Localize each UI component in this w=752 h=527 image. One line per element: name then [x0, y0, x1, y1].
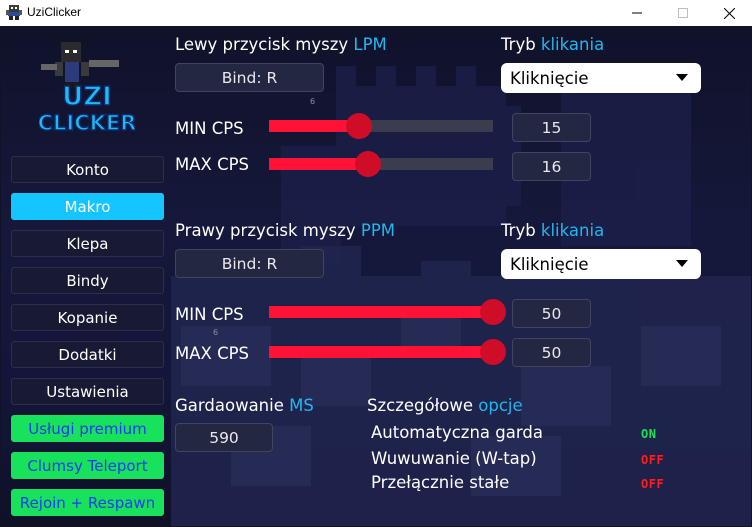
slider-thumb[interactable] — [480, 339, 506, 365]
ppm-mode-select[interactable]: Kliknięcie — [501, 249, 701, 279]
maximize-icon — [678, 8, 688, 18]
lpm-max-cps-label: MAX CPS — [175, 155, 250, 174]
sidebar-item-konto[interactable]: Konto — [11, 156, 164, 183]
options-heading: Szczegółowe opcje — [367, 396, 523, 415]
option-label-wtap: Wuwuwanie (W-tap) — [371, 449, 537, 468]
lpm-mode-heading-accent: klikania — [540, 35, 605, 54]
ppm-heading: Prawy przycisk myszy PPM — [175, 221, 395, 240]
ppm-mode-heading-text: Tryb — [501, 221, 541, 240]
option-toggle-wtap[interactable]: OFF — [641, 453, 664, 467]
ppm-min-cps-slider[interactable] — [269, 299, 506, 325]
option-label-auto-guard: Automatyczna garda — [371, 423, 543, 442]
ppm-mode-value: Kliknięcie — [510, 254, 589, 274]
close-button[interactable] — [706, 0, 752, 26]
lpm-min-cps-slider[interactable] — [269, 113, 493, 139]
ppm-heading-accent: PPM — [360, 221, 396, 240]
lpm-max-cps-value[interactable]: 16 — [512, 152, 591, 181]
lpm-mode-heading: Tryb klikania — [501, 35, 604, 54]
lpm-min-cps-label: MIN CPS — [175, 119, 244, 138]
maximize-button[interactable] — [660, 0, 706, 26]
lpm-heading-accent: LPM — [353, 35, 387, 54]
app-icon — [6, 5, 22, 20]
slider-thumb[interactable] — [355, 151, 381, 177]
ppm-max-cps-slider[interactable] — [269, 339, 506, 365]
lpm-min-cps-value[interactable]: 15 — [512, 113, 591, 142]
ppm-bind-button[interactable]: Bind: R — [175, 249, 324, 278]
slider-fill — [269, 158, 368, 170]
sidebar-item-clumsy-teleport[interactable]: Clumsy Teleport — [11, 452, 164, 479]
lpm-mode-select[interactable]: Kliknięcie — [501, 63, 701, 93]
minimize-icon — [632, 12, 642, 14]
lpm-heading-text: Lewy przycisk myszy — [175, 35, 354, 54]
sidebar-item-rejoin-respawn[interactable]: Rejoin + Respawn — [11, 489, 164, 516]
options-heading-accent: opcje — [478, 396, 523, 415]
slider-fill — [269, 306, 493, 318]
ppm-mode-heading: Tryb klikania — [501, 221, 604, 240]
ppm-mode-heading-accent: klikania — [540, 221, 605, 240]
logo-line-1: UZI — [62, 82, 112, 112]
ppm-min-cps-value[interactable]: 50 — [512, 299, 591, 328]
lpm-max-cps-slider[interactable] — [269, 151, 493, 177]
slider-thumb[interactable] — [346, 113, 372, 139]
ppm-max-cps-value[interactable]: 50 — [512, 338, 591, 367]
close-icon — [723, 7, 735, 19]
title-bar: UziClicker — [0, 0, 752, 26]
lpm-heading: Lewy przycisk myszy LPM — [175, 35, 387, 54]
sidebar-item-dodatki[interactable]: Dodatki — [11, 341, 164, 368]
lpm-slider-hint: 6 — [310, 97, 316, 106]
logo-line-2: CLICKER — [39, 111, 135, 135]
sidebar-item-ustawienia[interactable]: Ustawienia — [11, 378, 164, 405]
sidebar-item-bindy[interactable]: Bindy — [11, 267, 164, 294]
minimize-button[interactable] — [614, 0, 660, 26]
guard-heading: Gardaowanie MS — [175, 396, 314, 415]
window-title: UziClicker — [27, 5, 81, 19]
chevron-down-icon — [676, 74, 688, 81]
sidebar-item-kopanie[interactable]: Kopanie — [11, 304, 164, 331]
sidebar-item-klepa[interactable]: Klepa — [11, 230, 164, 257]
guard-heading-text: Gardaowanie — [175, 396, 290, 415]
ppm-min-cps-label: MIN CPS — [175, 305, 244, 324]
options-heading-text: Szczegółowe — [367, 396, 479, 415]
ppm-max-cps-label: MAX CPS — [175, 344, 250, 363]
sidebar-item-uslugi-premium[interactable]: Usługi premium — [11, 415, 164, 442]
lpm-bind-button[interactable]: Bind: R — [175, 63, 324, 92]
ppm-heading-text: Prawy przycisk myszy — [175, 221, 361, 240]
ppm-slider-hint: 6 — [213, 328, 219, 337]
slider-fill — [269, 346, 493, 358]
lpm-mode-heading-text: Tryb — [501, 35, 541, 54]
uziclicker-logo: UZI CLICKER — [39, 42, 135, 136]
option-toggle-constant-switch[interactable]: OFF — [641, 477, 664, 491]
app-body: UZI CLICKER Konto Makro Klepa Bindy Kopa… — [1, 26, 751, 526]
lpm-mode-value: Kliknięcie — [510, 68, 589, 88]
slider-thumb[interactable] — [480, 299, 506, 325]
chevron-down-icon — [676, 260, 688, 267]
option-toggle-auto-guard[interactable]: ON — [641, 427, 656, 441]
option-label-constant-switch: Przełącznie stałe — [371, 473, 510, 492]
guard-heading-accent: MS — [289, 396, 314, 415]
guard-ms-input[interactable]: 590 — [175, 423, 273, 452]
sidebar-item-makro[interactable]: Makro — [11, 193, 164, 220]
